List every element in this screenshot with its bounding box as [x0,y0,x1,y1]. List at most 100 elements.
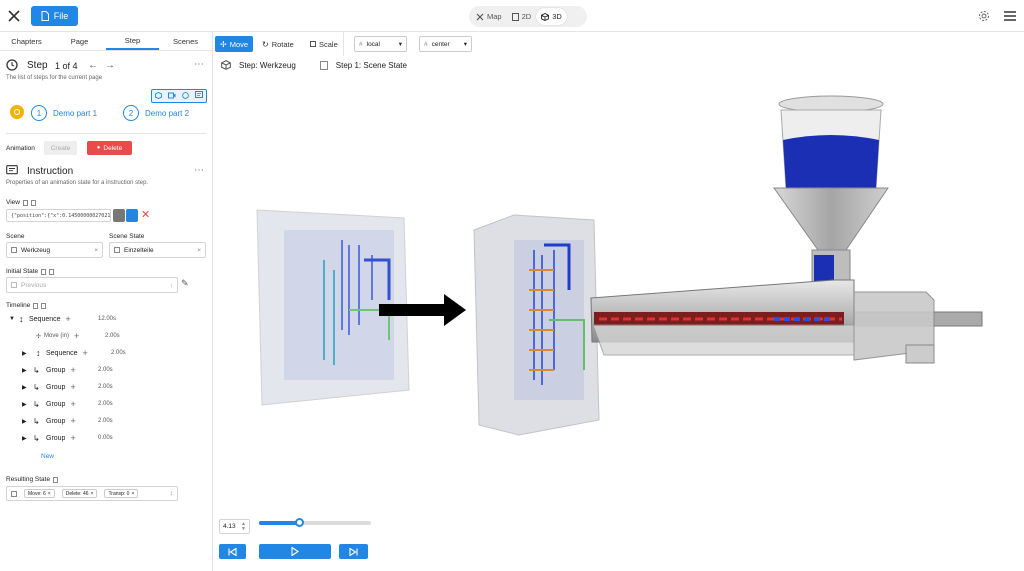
top-bar: File Map 2D 3D [0,0,1024,32]
time-input[interactable]: 4.13 ▲ ▼ [219,519,250,534]
skip-forward-button[interactable] [339,544,368,559]
next-arrow-icon[interactable]: → [105,60,115,71]
move-icon: ✢ [220,39,227,49]
caret-right-icon[interactable]: ▶ [22,401,33,408]
scale-tool-button[interactable]: Scale [305,36,343,52]
prev-arrow-icon[interactable]: ← [88,60,98,71]
add-icon[interactable]: + [70,416,75,426]
instruction-more-icon[interactable]: ⋯ [194,165,204,176]
resulting-state-field[interactable]: Move: 6 × Delete: 46 × Transp: 0 × ↕ [6,486,178,501]
timeline-row[interactable]: ▶ ↳ Group + [22,364,76,376]
timeline-row[interactable]: ▶ ↳ Group + [22,432,76,444]
timeline-row-label: Group [46,400,66,408]
chip-remove-icon[interactable]: × [91,491,94,497]
state-chip: Move: 6 × [24,489,55,498]
hash-icon: # [359,40,363,48]
add-icon[interactable]: + [70,365,75,375]
caret-right-icon[interactable]: ▶ [22,435,33,442]
move-icon: ✢ [36,333,42,340]
gold-gear-icon[interactable] [10,105,24,119]
caret-right-icon[interactable]: ▶ [22,418,33,425]
copy-icon[interactable] [33,302,39,309]
chip-remove-icon[interactable]: × [48,491,51,497]
caret-right-icon[interactable]: ▶ [22,350,36,357]
timeline-slider-track[interactable] [259,518,371,527]
add-icon[interactable]: + [70,399,75,409]
timeline-row[interactable]: ▼ ↕ Sequence + [9,313,71,325]
menu-icon[interactable] [1002,9,1018,23]
clear-icon[interactable]: × [94,247,98,254]
viewport-3d[interactable] [214,80,1024,530]
timeline-row[interactable]: ▶ ↕ Sequence + [22,347,88,359]
pivot-select[interactable]: # center ▾ [419,36,472,52]
stepper-icon[interactable]: ▲ ▼ [241,521,246,532]
create-animation-button[interactable]: Create [44,141,77,155]
file-button[interactable]: File [31,6,78,26]
add-icon[interactable]: + [70,382,75,392]
skip-forward-icon [349,547,358,556]
view-json-input[interactable]: {"position":{"x":0.14500000027021 [6,209,111,222]
skip-back-icon [228,547,237,556]
add-icon[interactable]: + [66,314,71,324]
skip-back-button[interactable] [219,544,246,559]
instruction-subtitle: Properties of an animation state for a i… [6,180,149,186]
add-icon[interactable]: + [83,348,88,358]
play-button[interactable] [259,544,331,559]
timeline-row[interactable]: ✢ Move (in) + [36,330,79,342]
mode-3d[interactable]: 3D [536,8,567,25]
space-select[interactable]: # local ▾ [354,36,407,52]
gear-icon[interactable] [977,9,991,23]
mode-map[interactable]: Map [471,8,507,25]
paste-icon[interactable] [41,302,47,309]
set-view-icon[interactable] [126,209,138,222]
copy-icon[interactable] [53,476,59,483]
scene-state-select[interactable]: Einzelteile × [109,242,206,258]
step-more-icon[interactable]: ⋯ [194,59,204,70]
edit-icon[interactable]: ✎ [181,278,189,289]
rotate-tool-button[interactable]: ↻ Rotate [257,36,299,52]
delete-animation-button[interactable]: ● Delete [87,141,132,155]
file-icon [41,11,49,21]
copy-icon[interactable] [41,268,47,275]
clock-small-icon[interactable] [182,91,189,101]
initial-state-select[interactable]: Previous ↕ [6,277,178,293]
tab-scenes[interactable]: Scenes [159,32,212,50]
breadcrumb-step[interactable]: Step: Werkzeug [239,61,296,70]
copy-icon[interactable] [22,199,28,206]
timeline-row[interactable]: ▶ ↳ Group + [22,415,76,427]
group-icon: ↳ [33,365,40,375]
clear-view-icon[interactable]: ✕ [141,208,150,221]
injection-machine [590,95,983,364]
move-tool-button[interactable]: ✢ Move [215,36,254,52]
new-timeline-link[interactable]: New [41,453,54,460]
scene-select[interactable]: Werkzeug × [6,242,103,258]
part-2-link[interactable]: Demo part 2 [145,109,189,118]
camera-icon[interactable] [113,209,125,222]
camera-icon[interactable] [168,92,176,101]
clear-icon[interactable]: × [197,247,201,254]
caret-right-icon[interactable]: ▶ [22,384,33,391]
cube-icon[interactable] [155,91,162,101]
scene-state-value: Einzelteile [124,246,154,254]
tab-step[interactable]: Step [106,32,159,50]
timeline-row[interactable]: ▶ ↳ Group + [22,381,76,393]
part-1-link[interactable]: Demo part 1 [53,109,97,118]
chip-remove-icon[interactable]: × [131,491,134,497]
divider [6,133,206,134]
add-icon[interactable]: + [70,433,75,443]
paste-icon[interactable] [49,268,55,275]
comment-icon[interactable] [195,91,203,101]
paste-icon[interactable] [30,199,36,206]
add-icon[interactable]: + [74,331,79,341]
tab-page[interactable]: Page [53,32,106,50]
scene-icon [11,247,17,253]
timeline-row[interactable]: ▶ ↳ Group + [22,398,76,410]
sidebar: Chapters Page Step Scenes Step 1 of 4 ← … [0,32,213,571]
close-icon[interactable] [6,8,22,24]
breadcrumb-state[interactable]: Step 1: Scene State [336,61,407,70]
caret-down-icon[interactable]: ▼ [9,316,19,322]
tab-chapters[interactable]: Chapters [0,32,53,50]
scene-value: Werkzeug [21,246,51,254]
caret-right-icon[interactable]: ▶ [22,367,33,374]
mode-2d[interactable]: 2D [507,8,537,25]
